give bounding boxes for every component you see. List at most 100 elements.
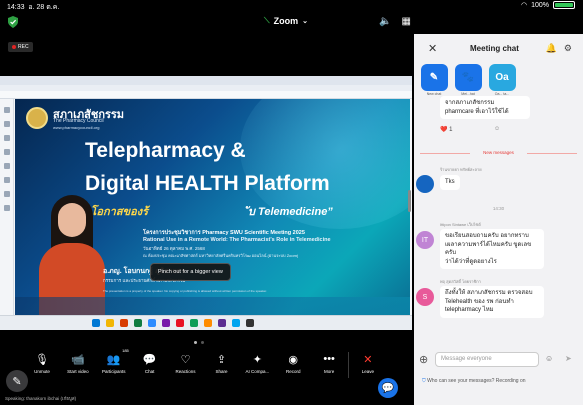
share-icon: ⇪ [216, 353, 227, 366]
close-icon[interactable]: ✕ [428, 42, 437, 55]
slide-title-line2: Digital HEALTH Platform [85, 172, 330, 195]
taskbar-app-icon [120, 319, 128, 327]
gear-icon[interactable]: ⚙ [564, 43, 572, 54]
page-dot [201, 341, 204, 344]
info-icon: ⛉ [422, 378, 426, 384]
slide-event-date: วันอาทิตย์ 26 ตุลาคม พ.ศ. 2568 [143, 246, 205, 251]
chat-message-bubble: Tks [440, 175, 460, 190]
pharmacy-council-logo [26, 107, 48, 129]
zoom-ipad-screen: 14:33 อ. 28 ต.ค. ◠ 100% ⟍ Zoom ⌄ 🔈 ▦ REC [0, 0, 583, 405]
meeting-title-dropdown[interactable]: ⟍ Zoom ⌄ [264, 16, 308, 26]
meeting-header: ⟍ Zoom ⌄ 🔈 ▦ [0, 12, 415, 34]
taskbar-app-icon [162, 319, 170, 327]
panel-resize-handle[interactable] [408, 190, 411, 212]
taskbar-app-icon [106, 319, 114, 327]
annotate-button[interactable]: ✎ [6, 370, 28, 392]
taskbar-app-icon [232, 319, 240, 327]
shared-window-titlebar [0, 76, 412, 85]
start-video-button[interactable]: 📹 Start video [61, 352, 95, 375]
sidebar-tool-icon [3, 191, 10, 197]
shared-window-sidebar [0, 99, 14, 315]
reaction-heart[interactable]: ❤️ 1 [440, 126, 452, 133]
add-reaction-icon[interactable]: ☺ [494, 126, 500, 132]
bell-icon[interactable]: 🔔 [546, 43, 557, 54]
chat-message-list[interactable]: จากสภาเภสัชกรรม pharmcare ที่เอาไว้ใช้ได… [414, 96, 583, 381]
message-sender: ร้านขายยา ทรัพย์สะลาย [440, 167, 482, 172]
sidebar-tool-icon [3, 163, 10, 169]
mic-off-icon: 🎙 [35, 353, 49, 366]
record-button[interactable]: ◉ Record [276, 352, 310, 375]
unmute-button[interactable]: 🎙 Unmute [25, 352, 59, 375]
slide-quote: “โอกาสของร้ับ Telemedicine” [85, 206, 333, 218]
reactions-button[interactable]: ♡ Reactions [169, 352, 203, 375]
send-icon[interactable]: ➤ [565, 354, 572, 363]
reactions-icon: ♡ [180, 353, 191, 366]
taskbar-app-icon [148, 319, 156, 327]
chat-timestamp: 14:30 [492, 206, 505, 211]
group-chat-icon: 🐾 [454, 64, 482, 91]
slide-event-theme: Rational Use in a Remote World: The Phar… [143, 237, 331, 243]
taskbar-app-icon [218, 319, 226, 327]
presentation-slide: สภาเภสัชกรรม The Pharmacy Council www.ph… [15, 99, 410, 315]
compose-icon: ✎ [420, 64, 448, 91]
more-button[interactable]: ••• More [312, 352, 346, 374]
new-messages-divider: New messages [414, 150, 583, 155]
chevron-down-icon: ⌄ [302, 18, 308, 25]
meeting-chat-tile[interactable]: 🐾 Mei...hat [454, 64, 482, 96]
shared-screen[interactable]: สภาเภสัชกรรม The Pharmacy Council www.ph… [0, 76, 412, 330]
org-url: www.pharmacycouncil.org [53, 125, 100, 130]
plus-icon[interactable]: ⊕ [419, 353, 428, 366]
chat-header: ✕ Meeting chat 🔔 ⚙ [414, 34, 583, 64]
participants-button[interactable]: 👥 185 Participants [97, 348, 131, 374]
sidebar-tool-icon [3, 205, 10, 211]
pencil-icon: ✎ [12, 375, 22, 388]
recording-badge: REC [8, 42, 33, 52]
chat-title: Meeting chat [470, 44, 519, 53]
controls-divider [348, 352, 350, 378]
shared-windows-taskbar [0, 315, 412, 330]
message-sender: พฤ สุดสวัสดิ์ โดยราชิกา [440, 279, 481, 284]
wifi-icon: ◠ [520, 2, 528, 9]
leave-button[interactable]: ✕ Leave [351, 352, 385, 375]
page-indicator[interactable] [194, 341, 204, 344]
share-button[interactable]: ⇪ Share [204, 352, 238, 375]
shared-window-toolbar [0, 91, 412, 99]
speaker-icon[interactable]: 🔈 [379, 16, 391, 27]
meeting-title: Zoom [273, 16, 299, 26]
sidebar-tool-icon [3, 135, 10, 141]
chat-composer: ⊕ Message everyone ☺ ➤ [414, 352, 583, 368]
ai-companion-icon: ✦ [252, 353, 262, 366]
chat-button[interactable]: 💬 Chat [133, 352, 167, 375]
floating-chat-button[interactable]: 💬 [378, 378, 398, 398]
ai-companion-button[interactable]: ✦ AI Compa... [240, 352, 274, 375]
message-input[interactable]: Message everyone [435, 352, 539, 367]
taskbar-app-icon [190, 319, 198, 327]
chat-bubble-icon: 💬 [381, 382, 395, 394]
chat-message-bubble: ขอเรียนสอบถามครับ อยากทราบ เผลาความพาร์ไ… [440, 229, 544, 269]
visibility-notice[interactable]: ⛉ Who can see your messages? Recording o… [422, 378, 526, 384]
sidebar-tool-icon [3, 177, 10, 183]
participants-icon: 👥 185 [106, 348, 129, 366]
avatar [416, 175, 434, 193]
slide-footer: The presentation is a property of the sp… [103, 289, 267, 293]
chat-icon: 💬 [142, 353, 157, 366]
gallery-view-icon[interactable]: ▦ [402, 16, 411, 27]
chat-shortcuts: ✎ New chat 🐾 Mei...hat Oa Oa... ta... [420, 64, 516, 96]
message-sender: Ittipon Sintawe เว็บไซต์ [440, 222, 481, 227]
battery-icon [553, 1, 575, 9]
recording-dot-icon [12, 45, 16, 49]
org-name-english: The Pharmacy Council [53, 118, 104, 124]
chat-message-bubble: จากสภาเภสัชกรรม pharmcare ที่เอาไว้ใช้ได… [440, 96, 530, 119]
contact-chat-tile[interactable]: Oa Oa... ta... [488, 64, 516, 96]
participants-count: 185 [122, 348, 129, 353]
leave-icon: ✕ [363, 353, 373, 366]
new-chat-tile[interactable]: ✎ New chat [420, 64, 448, 96]
taskbar-app-icon [176, 319, 184, 327]
avatar: S [416, 288, 434, 306]
battery-percent: 100% [531, 1, 549, 9]
shield-icon[interactable] [8, 16, 18, 28]
record-icon: ◉ [288, 353, 299, 366]
speaking-indicator: Speaking: thanakorn ibchai (เก๋ธบูส) [5, 396, 77, 401]
avatar: IT [416, 231, 434, 249]
emoji-icon[interactable]: ☺ [545, 354, 553, 363]
